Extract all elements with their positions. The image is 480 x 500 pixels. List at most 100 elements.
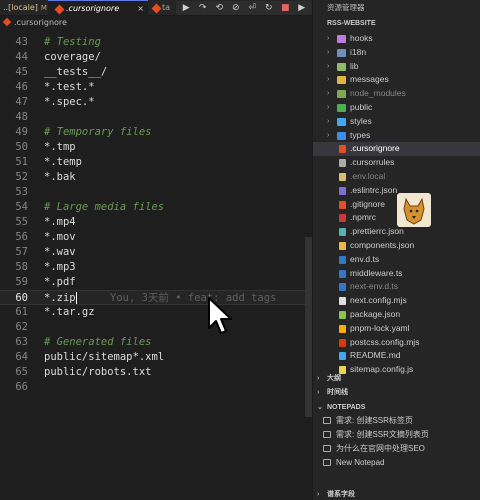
code-line[interactable]: 62 [0, 320, 312, 335]
chevron-right-icon[interactable]: › [327, 87, 329, 101]
code-line[interactable]: 61 *.tar.gz [0, 305, 312, 320]
code-line[interactable]: 57 *.wav [0, 245, 312, 260]
folder-item[interactable]: › i18n [313, 46, 480, 60]
code-line[interactable]: 56 *.mov [0, 230, 312, 245]
folder-item[interactable]: › hooks [313, 32, 480, 46]
code-line[interactable]: 55 *.mp4 [0, 215, 312, 230]
chevron-right-icon[interactable]: › [327, 73, 329, 87]
file-item[interactable]: middleware.ts [313, 267, 480, 281]
chevron-icon[interactable]: › [317, 386, 319, 399]
chevron-icon[interactable]: ⌄ [317, 401, 323, 414]
code-line[interactable]: 45 __tests__/ [0, 65, 312, 80]
notepad-item[interactable]: 需求: 创建SSR文摘列表页 [313, 428, 480, 441]
code-line[interactable]: 65 public/robots.txt [0, 365, 312, 380]
folder-item[interactable]: › public [313, 101, 480, 115]
line-number: 66 [15, 381, 28, 393]
breadcrumb[interactable]: .cursorignore [0, 16, 312, 30]
file-item[interactable]: postcss.config.mjs [313, 336, 480, 350]
folder-item[interactable]: › messages [313, 73, 480, 87]
file-icon [339, 186, 346, 195]
step-back-icon[interactable]: ⟲ [212, 1, 226, 15]
folder-item[interactable]: › types [313, 129, 480, 143]
file-name: messages [350, 74, 389, 85]
code-line[interactable]: 44 coverage/ [0, 50, 312, 65]
chevron-right-icon[interactable]: › [327, 101, 329, 115]
chevron-right-icon[interactable]: › [327, 115, 329, 129]
notepad-label: 为什么在官网中处理SEO [336, 444, 425, 453]
chevron-icon[interactable]: › [317, 372, 319, 385]
sidebar-section-header[interactable]: › 谱系字段 [313, 488, 480, 500]
code-line[interactable]: 54 # Large media files [0, 200, 312, 215]
file-item[interactable]: pnpm-lock.yaml [313, 322, 480, 336]
file-item[interactable]: .cursorrules [313, 156, 480, 170]
file-item[interactable]: components.json [313, 239, 480, 253]
code-line[interactable]: 66 [0, 380, 312, 395]
close-icon[interactable]: × [137, 1, 144, 16]
project-root[interactable]: RSS-WEBSITE [327, 20, 376, 27]
file-icon [339, 338, 346, 347]
restart-icon[interactable]: ↻ [262, 1, 276, 15]
tab-ta-label: ta [162, 3, 171, 12]
code-line[interactable]: 49 # Temporary files [0, 125, 312, 140]
line-number: 43 [15, 36, 28, 48]
continue-icon[interactable]: ▶ [179, 1, 193, 15]
code-line[interactable]: 51 *.temp [0, 155, 312, 170]
code-line[interactable]: 58 *.mp3 [0, 260, 312, 275]
file-item[interactable]: env.d.ts [313, 253, 480, 267]
stop-icon[interactable]: ■ [278, 1, 292, 15]
step-out-icon[interactable]: ⏎ [245, 1, 259, 15]
file-item[interactable]: .cursorignore [313, 142, 480, 157]
line-number: 55 [15, 216, 28, 228]
code-text: # Large media files [44, 201, 165, 213]
breakpoint-icon[interactable]: ⊘ [229, 1, 243, 15]
file-item[interactable]: next.config.mjs [313, 294, 480, 308]
code-line[interactable]: 60 *.zip You, 3天前 • feat: add tags [0, 290, 312, 305]
file-name: components.json [350, 240, 415, 250]
file-name: .cursorignore [350, 143, 400, 154]
file-item[interactable]: next-env.d.ts [313, 280, 480, 294]
sidebar-section-header[interactable]: › 时间线 [313, 386, 480, 399]
chevron-right-icon[interactable]: › [327, 32, 329, 46]
code-line[interactable]: 47 *.spec.* [0, 95, 312, 110]
code-line[interactable]: 52 *.bak [0, 170, 312, 185]
code-text: *.mov [44, 231, 76, 243]
debug-toolbar: ▶ ↷ ⟲ ⊘ ⏎ ↻ ■ ▶ [176, 1, 312, 15]
code-line[interactable]: 59 *.pdf [0, 275, 312, 290]
chevron-right-icon[interactable]: › [327, 60, 329, 74]
file-item[interactable]: .prettierrc.json [313, 225, 480, 239]
code-line[interactable]: 43 # Testing [0, 35, 312, 50]
tab-locale[interactable]: ..[locale] M [0, 0, 47, 16]
file-item[interactable]: package.json [313, 308, 480, 322]
tab-locale-label: ..[locale] [3, 3, 38, 12]
chevron-right-icon[interactable]: › [327, 129, 329, 143]
section-title: 时间线 [327, 389, 348, 396]
file-name: env.d.ts [350, 253, 380, 264]
chevron-icon[interactable]: › [317, 488, 319, 500]
folder-item[interactable]: › lib [313, 60, 480, 74]
file-item[interactable]: README.md [313, 349, 480, 363]
tab-cursorignore[interactable]: .cursorignore × [48, 0, 148, 16]
editor-scrollbar[interactable] [305, 237, 312, 417]
file-name: next-env.d.ts [350, 281, 399, 292]
notepad-icon [323, 459, 331, 466]
code-line[interactable]: 64 public/sitemap*.xml [0, 350, 312, 365]
code-line[interactable]: 48 [0, 110, 312, 125]
folder-item[interactable]: › styles [313, 115, 480, 129]
sidebar-section-header[interactable]: ⌄ NOTEPADS [313, 401, 480, 414]
code-line[interactable]: 53 [0, 185, 312, 200]
code-line[interactable]: 50 *.tmp [0, 140, 312, 155]
file-type-icon [151, 3, 162, 14]
notepad-item[interactable]: 需求: 创建SSR标签页 [313, 414, 480, 427]
notepad-item[interactable]: New Notepad [313, 456, 480, 469]
code-line[interactable]: 63 # Generated files [0, 335, 312, 350]
folder-item[interactable]: › node_modules [313, 87, 480, 101]
code-line[interactable]: 46 *.test.* [0, 80, 312, 95]
run-icon[interactable]: ▶ [295, 1, 309, 15]
notepad-item[interactable]: 为什么在官网中处理SEO [313, 442, 480, 455]
file-item[interactable]: .env.local [313, 170, 480, 184]
chevron-right-icon[interactable]: › [327, 46, 329, 60]
code-editor[interactable]: 43 # Testing 44 coverage/45 __tests__/ 46 *.te… [0, 31, 312, 500]
file-icon [339, 324, 346, 333]
step-over-icon[interactable]: ↷ [196, 1, 210, 15]
sidebar-section-header[interactable]: › 大纲 [313, 372, 480, 385]
